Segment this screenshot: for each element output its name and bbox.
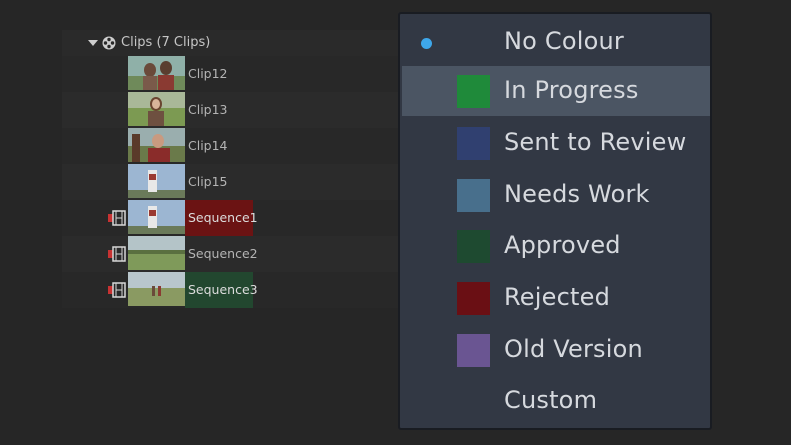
menu-item-label: In Progress — [504, 76, 639, 104]
menu-item-label: Approved — [504, 231, 621, 259]
menu-item-no-colour[interactable]: No Colour — [402, 17, 710, 67]
menu-item-label: Rejected — [504, 283, 611, 311]
clip-row-clip14[interactable]: Clip14 — [62, 128, 398, 164]
clip-thumbnail — [128, 56, 185, 90]
menu-item-custom[interactable]: Custom — [402, 376, 710, 426]
clip-thumbnail — [128, 164, 185, 198]
clip-row-clip15[interactable]: Clip15 — [62, 164, 398, 200]
menu-item-label: Old Version — [504, 335, 643, 363]
sequence-film-icon — [108, 282, 126, 298]
menu-item-sent-to-review[interactable]: Sent to Review — [402, 118, 710, 168]
clip-thumbnail — [128, 92, 185, 126]
colour-swatch — [457, 282, 490, 315]
sequence-thumbnail — [128, 272, 185, 306]
menu-item-label: Custom — [504, 386, 598, 414]
sequence-film-icon — [108, 210, 126, 226]
clip-label: Clip12 — [188, 66, 228, 81]
film-reel-icon — [102, 36, 116, 50]
sequence-row-sequence2[interactable]: Sequence2 — [62, 236, 398, 272]
menu-item-needs-work[interactable]: Needs Work — [402, 170, 710, 220]
menu-item-label: Needs Work — [504, 180, 650, 208]
menu-item-in-progress[interactable]: In Progress — [402, 66, 710, 116]
clip-label: Clip13 — [188, 102, 228, 117]
clip-row-clip12[interactable]: Clip12 — [62, 56, 398, 92]
clip-thumbnail — [128, 128, 185, 162]
clip-label: Clip14 — [188, 138, 228, 153]
collapse-triangle-icon[interactable] — [88, 40, 98, 46]
clip-label: Clip15 — [188, 174, 228, 189]
menu-item-old-version[interactable]: Old Version — [402, 325, 710, 375]
sequence-thumbnail — [128, 236, 185, 270]
sequence-row-sequence1[interactable]: Sequence1 — [62, 200, 398, 236]
sequence-thumbnail — [128, 200, 185, 234]
sequence-film-icon — [108, 246, 126, 262]
menu-item-label: No Colour — [504, 27, 624, 55]
colour-swatch — [457, 179, 490, 212]
colour-tag-menu: No Colour In Progress Sent to Review Nee… — [398, 12, 712, 430]
colour-swatch — [457, 75, 490, 108]
selected-indicator-icon — [421, 38, 432, 49]
colour-swatch — [457, 127, 490, 160]
colour-swatch — [457, 230, 490, 263]
menu-item-label: Sent to Review — [504, 128, 687, 156]
sequence-row-sequence3[interactable]: Sequence3 — [62, 272, 398, 308]
bin-panel: Clips (7 Clips) Clip12 Clip13 Clip14 Cli… — [62, 30, 398, 308]
colour-swatch — [457, 334, 490, 367]
clip-row-clip13[interactable]: Clip13 — [62, 92, 398, 128]
bin-header[interactable]: Clips (7 Clips) — [62, 30, 398, 56]
bin-title: Clips (7 Clips) — [121, 35, 211, 50]
menu-item-approved[interactable]: Approved — [402, 221, 710, 271]
sequence-label: Sequence3 — [188, 282, 258, 297]
sequence-label: Sequence2 — [188, 246, 258, 261]
menu-item-rejected[interactable]: Rejected — [402, 273, 710, 323]
sequence-label: Sequence1 — [188, 210, 258, 225]
